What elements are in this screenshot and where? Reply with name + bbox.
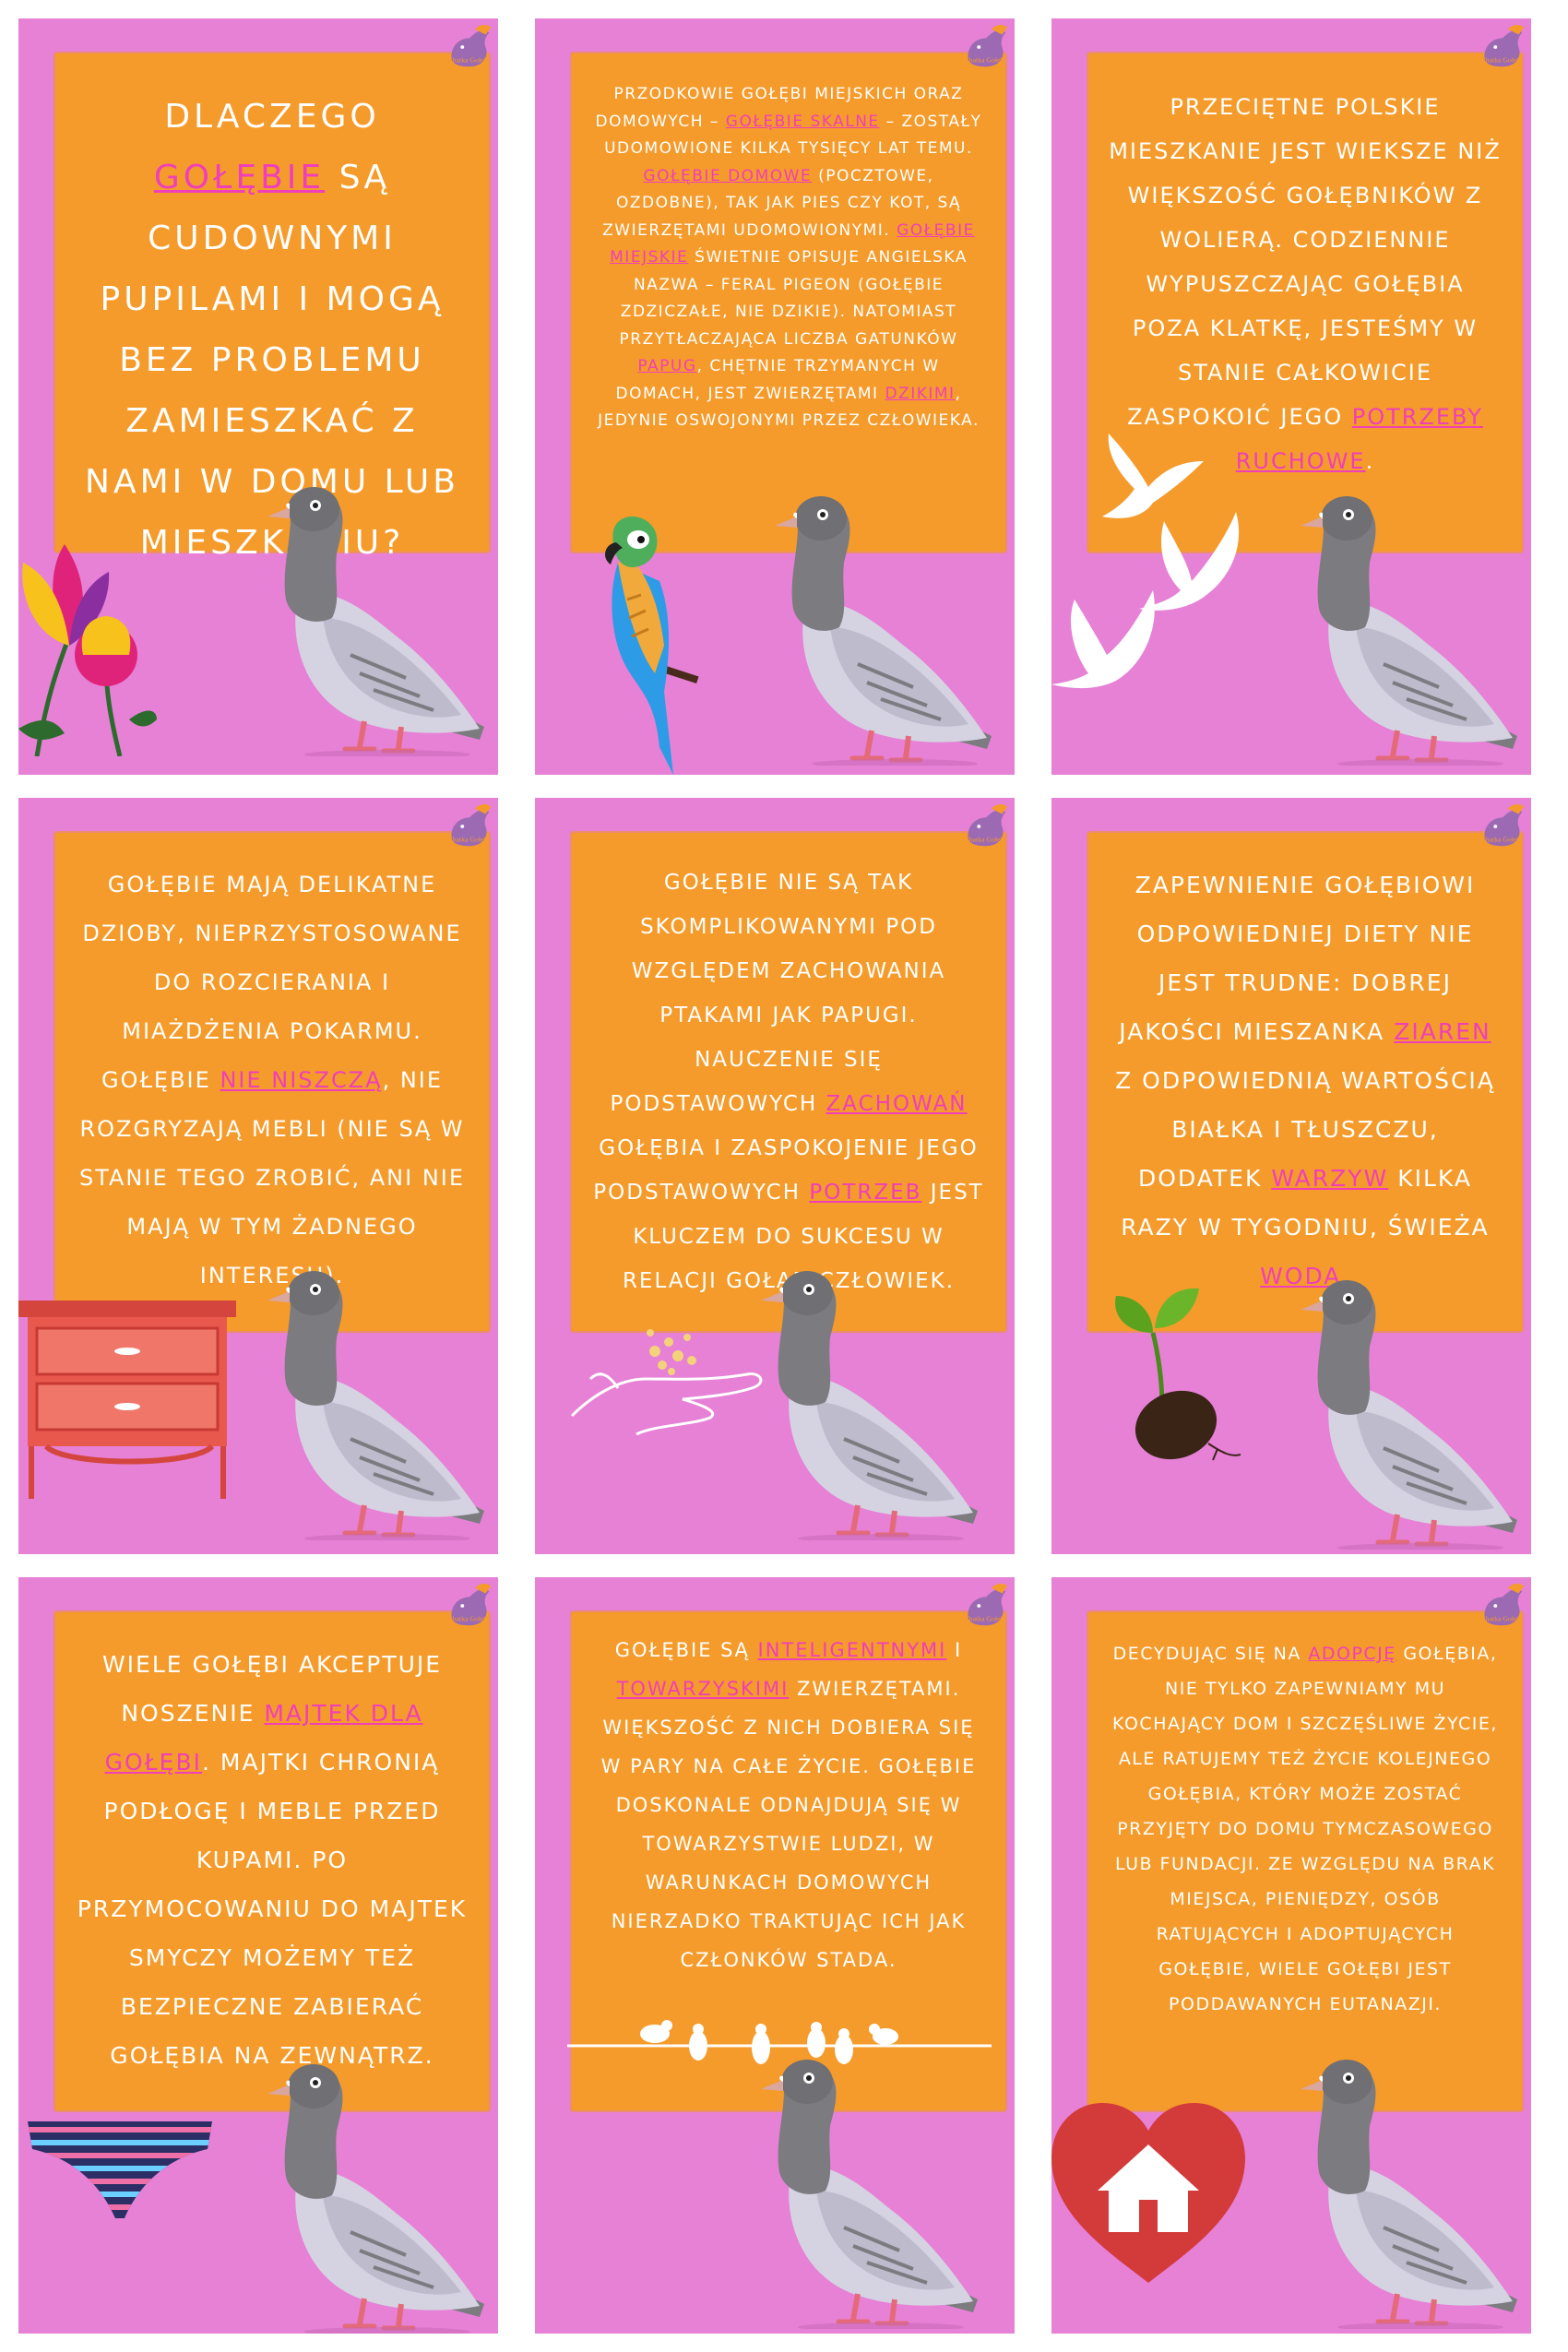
highlight-link[interactable]: INTELIGENTNYMI [758,1639,947,1661]
flowers-icon [18,544,157,756]
text-segment: . [1365,448,1375,474]
pigeon-icon [249,2057,489,2334]
highlight-link[interactable]: GOŁĘBIE DOMOWE [643,167,812,185]
text-segment: GOŁĘBIE NIE SĄ TAK SKOMPLIKOWANYMI POD W… [610,871,946,1116]
card-8: GOŁĘBIE SĄ INTELIGENTNYMI I TOWARZYSKIMI… [535,1577,1015,2334]
highlight-link[interactable]: GOŁĘBIE [154,159,325,196]
pigeon-icon [249,480,489,756]
text-segment: PRZECIĘTNE POLSKIE MIESZKANIE JEST WIEKS… [1109,94,1502,430]
heart-house-icon [1051,2103,1245,2283]
card-6: ZAPEWNIENIE GOŁĘBIOWI ODPOWIEDNIEJ DIETY… [1051,798,1531,1554]
text-segment: , NIE ROZGRYZAJĄ MEBLI (NIE SĄ W STANIE … [78,1067,466,1289]
highlight-link[interactable]: TOWARZYSKIMI [617,1678,790,1700]
chatka-golebi-logo [447,1584,492,1626]
pigeon-icon [1282,489,1522,766]
card-panel: WIELE GOŁĘBI AKCEPTUJE NOSZENIE MAJTEK D… [55,1612,489,2110]
card-3: PRZECIĘTNE POLSKIE MIESZKANIE JEST WIEKS… [1051,18,1531,775]
card-panel: DECYDUJĄC SIĘ NA ADOPCJĘ GOŁĘBIA, NIE TY… [1088,1612,1522,2110]
highlight-link[interactable]: GOŁĘBIE SKALNE [726,113,880,131]
card-panel: GOŁĘBIE MAJĄ DELIKATNE DZIOBY, NIEPRZYST… [55,833,489,1331]
highlight-link[interactable]: NIE NISZCZĄ [220,1067,382,1093]
chatka-golebi-logo [447,25,492,67]
card-2: PRZODKOWIE GOŁĘBI MIEJSKICH ORAZ DOMOWYC… [535,18,1015,775]
dresser-icon [18,1301,236,1499]
pigeon-icon [1282,1273,1522,1550]
text-segment: DECYDUJĄC SIĘ NA [1112,1644,1309,1664]
chatka-golebi-logo [1480,25,1525,67]
chatka-golebi-logo [964,804,1008,847]
pigeon-icon [1282,2052,1522,2329]
text-segment: GOŁĘBIE SĄ [614,1639,758,1661]
chatka-golebi-logo [447,804,492,847]
card-text: PRZECIĘTNE POLSKIE MIESZKANIE JEST WIEKS… [1109,85,1502,483]
card-4: GOŁĘBIE MAJĄ DELIKATNE DZIOBY, NIEPRZYST… [18,798,498,1554]
highlight-link[interactable]: ADOPCJĘ [1308,1644,1396,1664]
text-segment: GOŁĘBIA, NIE TYLKO ZAPEWNIAMY MU KOCHAJĄ… [1112,1644,1498,2014]
text-segment: ZWIERZĘTAMI. WIĘKSZOŚĆ Z NICH DOBIERA SI… [600,1678,977,1971]
pigeon-icon [742,1264,982,1540]
highlight-link[interactable]: WARZYW [1271,1165,1388,1192]
parrot-icon [605,517,699,775]
card-text: PRZODKOWIE GOŁĘBI MIEJSKICH ORAZ DOMOWYC… [592,81,985,435]
card-5: GOŁĘBIE NIE SĄ TAK SKOMPLIKOWANYMI POD W… [535,798,1015,1554]
highlight-link[interactable]: PAPUG [637,357,696,375]
pigeon-icon [742,2052,982,2329]
highlight-link[interactable]: DZIKIMI [885,385,955,403]
chatka-golebi-logo [964,1584,1008,1626]
text-segment: . MAJTKI CHRONIĄ PODŁOGĘ I MEBLE PRZED K… [77,1749,468,2069]
card-panel: DLACZEGO GOŁĘBIE SĄ CUDOWNYMI PUPILAMI I… [55,53,489,562]
card-7: WIELE GOŁĘBI AKCEPTUJE NOSZENIE MAJTEK D… [18,1577,498,2334]
flying-birds-icon [1051,434,1240,689]
card-9: DECYDUJĄC SIĘ NA ADOPCJĘ GOŁĘBIA, NIE TY… [1051,1577,1531,2334]
text-segment: I [946,1639,963,1661]
card-1: DLACZEGO GOŁĘBIE SĄ CUDOWNYMI PUPILAMI I… [18,18,498,775]
card-panel: ZAPEWNIENIE GOŁĘBIOWI ODPOWIEDNIEJ DIETY… [1088,833,1522,1331]
card-text: GOŁĘBIE MAJĄ DELIKATNE DZIOBY, NIEPRZYST… [76,861,469,1301]
chatka-golebi-logo [964,25,1008,67]
card-text: GOŁĘBIE NIE SĄ TAK SKOMPLIKOWANYMI POD W… [592,861,985,1303]
highlight-link[interactable]: ZACHOWAŃ [826,1092,968,1116]
text-segment: DLACZEGO [164,98,380,136]
card-text: WIELE GOŁĘBI AKCEPTUJE NOSZENIE MAJTEK D… [76,1640,469,2080]
card-text: ZAPEWNIENIE GOŁĘBIOWI ODPOWIEDNIEJ DIETY… [1109,861,1502,1301]
pigeon-pants-icon [28,2121,212,2218]
pigeon-icon [249,1264,489,1540]
card-panel: PRZODKOWIE GOŁĘBI MIEJSKICH ORAZ DOMOWYC… [572,53,1005,552]
card-text: GOŁĘBIE SĄ INTELIGENTNYMI I TOWARZYSKIMI… [592,1631,985,1979]
card-panel: GOŁĘBIE NIE SĄ TAK SKOMPLIKOWANYMI POD W… [572,833,1005,1331]
pigeon-icon [756,489,996,766]
highlight-link[interactable]: ZIAREN [1394,1018,1491,1045]
chatka-golebi-logo [1480,804,1525,847]
highlight-link[interactable]: POTRZEB [809,1181,921,1205]
chatka-golebi-logo [1480,1584,1525,1626]
sprouting-seed-icon [1115,1288,1241,1461]
text-segment: GOŁĘBIE MAJĄ DELIKATNE DZIOBY, NIEPRZYST… [82,872,462,1093]
card-text: DECYDUJĄC SIĘ NA ADOPCJĘ GOŁĘBIA, NIE TY… [1109,1636,1502,2022]
